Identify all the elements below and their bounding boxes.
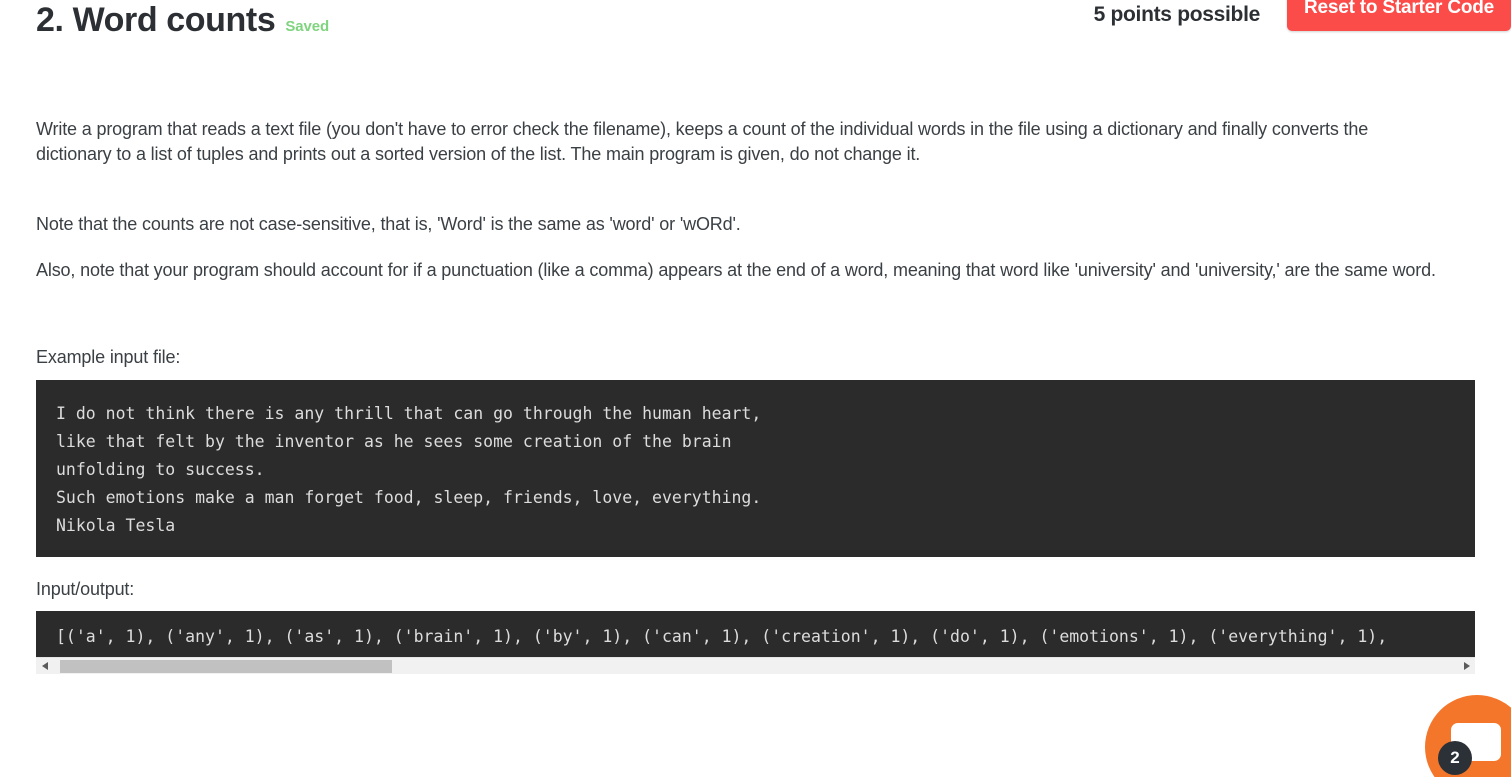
code-horizontal-scrollbar[interactable] <box>36 657 1475 674</box>
page-header: 2. Word counts Saved 5 points possible R… <box>0 0 1511 52</box>
scroll-right-arrow-icon[interactable] <box>1458 658 1475 674</box>
title-group: 2. Word counts Saved <box>36 0 329 42</box>
saved-status-badge: Saved <box>285 18 330 35</box>
example-input-code-block: I do not think there is any thrill that … <box>36 380 1475 557</box>
assignment-content: Write a program that reads a text file (… <box>0 52 1511 674</box>
example-input-caption: Example input file: <box>36 347 181 367</box>
scrollbar-thumb[interactable] <box>60 660 392 673</box>
reset-to-starter-code-button[interactable]: Reset to Starter Code <box>1287 0 1511 31</box>
page-title: 2. Word counts <box>36 1 276 39</box>
points-possible-label: 5 points possible <box>1093 3 1261 26</box>
scroll-left-arrow-icon[interactable] <box>36 658 53 674</box>
chat-unread-badge: 2 <box>1438 741 1472 775</box>
chat-support-button[interactable]: 2 <box>1425 695 1511 777</box>
instruction-paragraph-2: Note that the counts are not case-sensit… <box>36 214 741 234</box>
instruction-paragraph-3: Also, note that your program should acco… <box>36 260 1436 280</box>
input-output-caption: Input/output: <box>36 579 135 599</box>
input-output-code-block: [('a', 1), ('any', 1), ('as', 1), ('brai… <box>36 611 1475 657</box>
assignment-page: 2. Word counts Saved 5 points possible R… <box>0 0 1511 777</box>
instruction-paragraph-1: Write a program that reads a text file (… <box>36 119 1369 164</box>
